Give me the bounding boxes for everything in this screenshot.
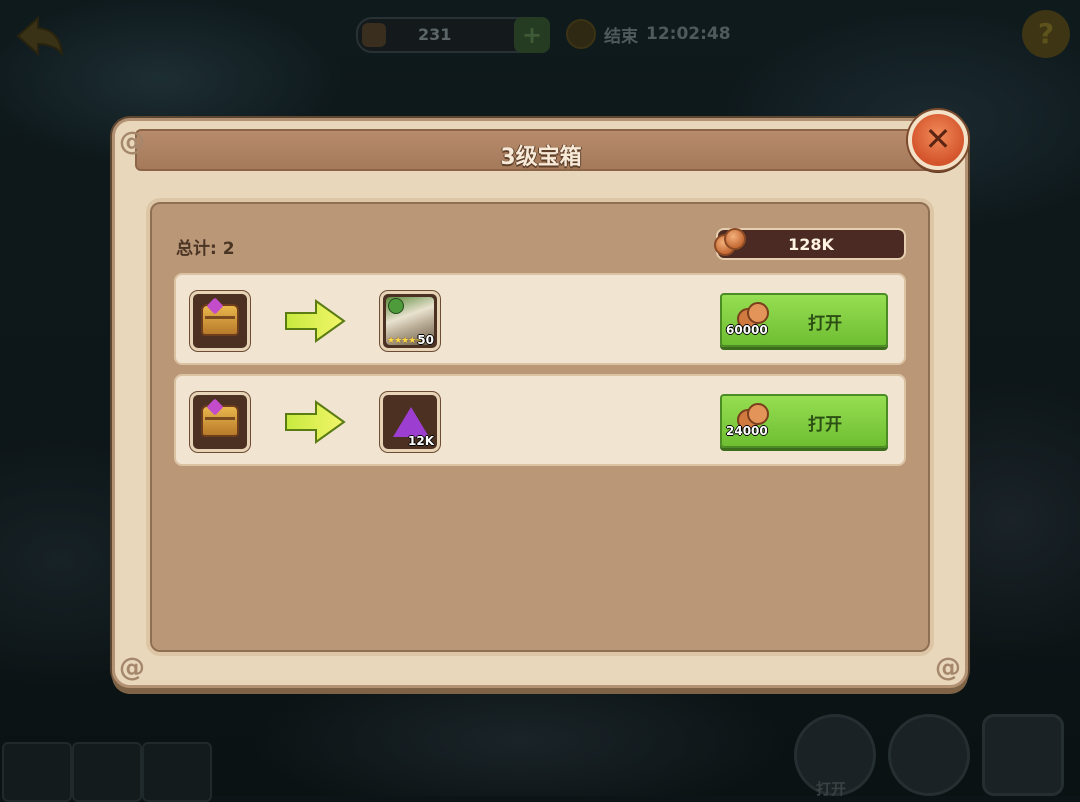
crystal-amount: 12K [408, 434, 434, 448]
add-resource-button[interactable]: + [514, 17, 550, 53]
purple-crystal-icon[interactable]: 12K [380, 392, 440, 452]
bottom-chest-button[interactable] [982, 714, 1064, 796]
currency-amount: 128K [788, 235, 834, 254]
open-button-label: 打开 [808, 314, 842, 334]
hero-level: 50 [417, 333, 434, 347]
bottom-slot-sword[interactable] [2, 742, 72, 802]
total-count: 总计: 2 [176, 239, 235, 259]
resource-icon [362, 23, 386, 47]
bottom-slot-heart[interactable] [72, 742, 142, 802]
arrow-right-icon [285, 400, 346, 444]
close-button[interactable]: ✕ [908, 110, 968, 170]
treasure-chest-icon [190, 291, 250, 351]
corner-ornament-icon: @ [119, 127, 145, 157]
dialog-title: 3级宝箱 [500, 145, 582, 170]
clock-icon [566, 19, 596, 49]
open-cost: 24000 [726, 424, 768, 438]
corner-ornament-icon: @ [935, 653, 961, 683]
corner-ornament-icon: @ [119, 653, 145, 683]
help-button[interactable]: ? [1022, 10, 1070, 58]
event-timer: 结束 12:02:48 [566, 19, 731, 49]
bottom-slot-hand[interactable] [142, 742, 212, 802]
resource-counter: 231 + [356, 17, 550, 53]
open-button[interactable]: 24000 打开 [720, 394, 888, 448]
back-arrow-icon[interactable] [14, 14, 66, 58]
timer-label: 结束 [604, 26, 638, 47]
currency-balance: 128K [714, 228, 906, 260]
open-cost: 60000 [726, 323, 768, 337]
treasure-chest-icon [190, 392, 250, 452]
hero-portrait-icon[interactable]: ★★★★★ 50 [380, 291, 440, 351]
leaf-element-icon [388, 298, 404, 314]
open-button-label: 打开 [808, 415, 842, 435]
timer-value: 12:02:48 [646, 24, 731, 44]
open-button[interactable]: 60000 打开 [720, 293, 888, 347]
resource-value: 231 [418, 25, 452, 44]
arrow-right-icon [285, 299, 346, 343]
dialog-title-bar: 3级宝箱 [135, 129, 947, 171]
bottom-round-button-2[interactable] [888, 714, 970, 796]
